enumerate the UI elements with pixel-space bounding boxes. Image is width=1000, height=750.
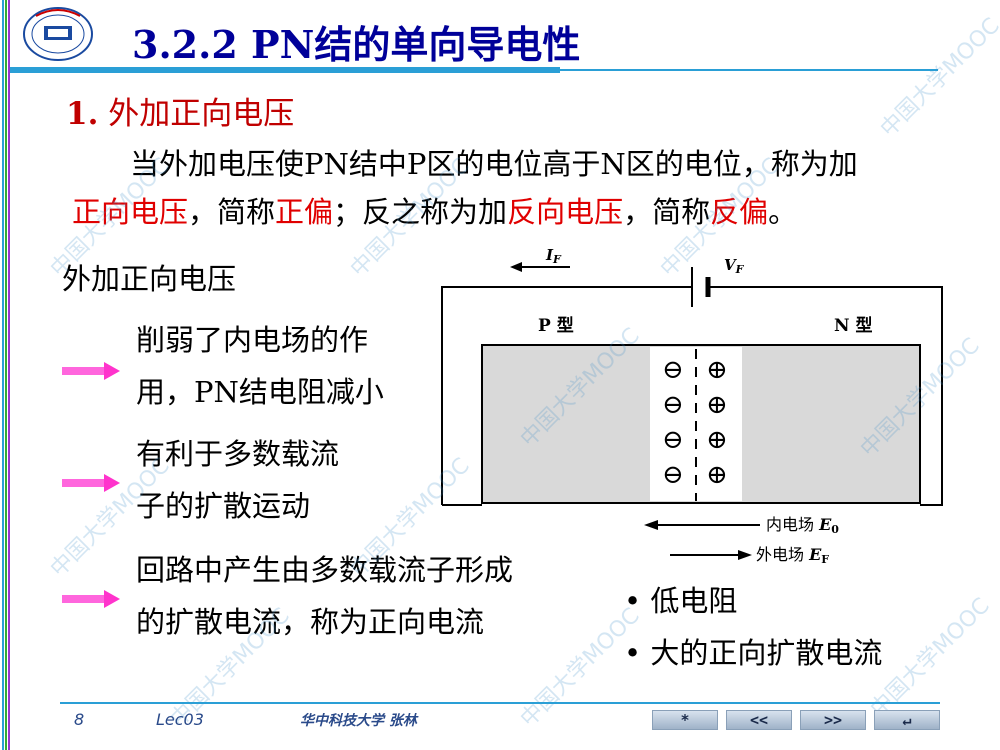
nav-prev-button[interactable]: <<: [726, 710, 792, 730]
pn-junction-diagram: IF VF P 型 N 型 ⊖ ⊖ ⊖ ⊖ ⊕ ⊕ ⊕ ⊕ 内电场 E0 外电场…: [441, 246, 943, 566]
effect-item: 有利于多数载流 子的扩散运动: [136, 428, 339, 532]
watermark: 中国大学MOOC: [875, 13, 1000, 143]
positive-ion: ⊕: [706, 355, 728, 385]
lecture-code: Lec03: [156, 710, 204, 729]
effect-line: 有利于多数载流: [136, 437, 340, 471]
result-bullet: • 低电阻: [624, 584, 738, 618]
nav-home-button[interactable]: *: [652, 710, 718, 730]
effect-item: 削弱了内电场的作 用，PN结电阻减小: [136, 314, 384, 418]
paragraph-line-1: 当外加电压使PN结中P区的电位高于N区的电位，称为加: [130, 147, 858, 181]
nav-return-button[interactable]: ↵: [874, 710, 940, 730]
positive-ion: ⊕: [706, 390, 728, 420]
inner-field-label: 内电场 E0: [766, 515, 839, 536]
result-bullet: • 大的正向扩散电流: [624, 636, 883, 670]
pink-arrow-icon: [62, 590, 120, 608]
left-stripe: [5, 0, 7, 750]
effect-line: 用，PN结电阻减小: [136, 375, 384, 409]
outer-field-arrowhead: [738, 550, 752, 560]
title-underline-thin: [560, 69, 938, 71]
university-logo: [23, 7, 93, 61]
pink-arrow-icon: [62, 362, 120, 380]
inner-field-arrowhead: [644, 520, 658, 530]
negative-ion: ⊖: [662, 355, 684, 385]
nav-next-button[interactable]: >>: [800, 710, 866, 730]
current-arrowhead: [510, 262, 522, 272]
paragraph-line-2: 正向电压，简称正偏；反之称为加反向电压，简称反偏。: [72, 195, 798, 229]
subtitle: 外加正向电压: [62, 262, 237, 296]
page-title: 3.2.2 PN结的单向导电性: [132, 22, 581, 67]
page-number: 8: [74, 710, 85, 729]
negative-ion: ⊖: [662, 425, 684, 455]
positive-ion: ⊕: [706, 425, 728, 455]
footer-divider: [60, 702, 940, 704]
title-underline: [10, 67, 560, 73]
author-credit: 华中科技大学 张林: [300, 713, 417, 729]
negative-ion: ⊖: [662, 460, 684, 490]
section-heading: 1. 外加正向电压: [66, 96, 295, 132]
effect-line: 子的扩散运动: [136, 489, 311, 523]
negative-ion: ⊖: [662, 390, 684, 420]
left-stripe: [8, 0, 10, 750]
voltage-label: VF: [724, 256, 745, 276]
effect-line: 的扩散电流，称为正向电流: [136, 605, 485, 639]
positive-ion: ⊕: [706, 460, 728, 490]
p-type-label: P 型: [538, 315, 574, 336]
left-stripe: [2, 0, 4, 750]
pink-arrow-icon: [62, 474, 120, 492]
n-type-label: N 型: [834, 315, 872, 336]
definition-paragraph: 当外加电压使PN结中P区的电位高于N区的电位，称为加 正向电压，简称正偏；反之称…: [72, 140, 972, 236]
outer-field-label: 外电场 EF: [756, 545, 829, 566]
effect-line: 削弱了内电场的作: [136, 323, 369, 357]
current-label: IF: [545, 246, 562, 266]
